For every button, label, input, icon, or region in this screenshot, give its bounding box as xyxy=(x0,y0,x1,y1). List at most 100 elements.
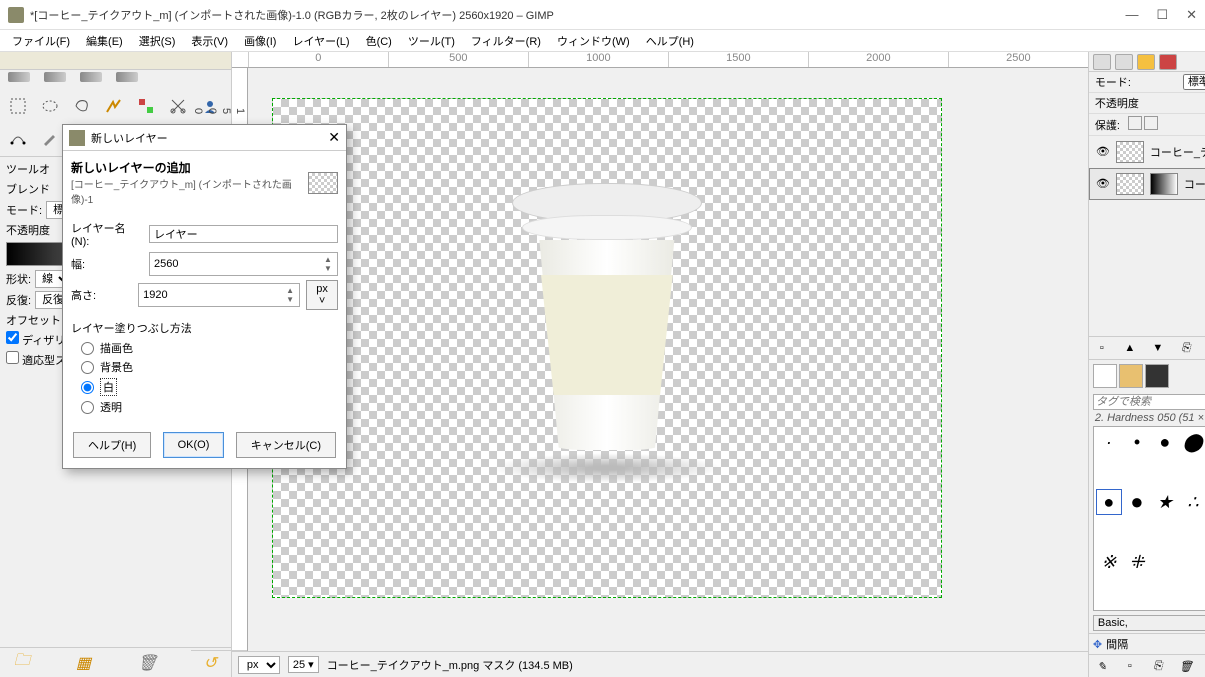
fill-background-radio[interactable]: 背景色 xyxy=(81,359,338,375)
width-label: 幅: xyxy=(71,256,143,272)
box-icon[interactable]: ▦ xyxy=(76,653,91,673)
menu-tools[interactable]: ツール(T) xyxy=(400,31,463,51)
rect-select-tool[interactable] xyxy=(6,94,30,118)
cancel-button[interactable]: キャンセル(C) xyxy=(236,432,336,458)
ellipse-select-tool[interactable] xyxy=(38,94,62,118)
menu-color[interactable]: 色(C) xyxy=(358,31,400,51)
patterns-tab-icon[interactable] xyxy=(1119,364,1143,388)
mode-label: モード: xyxy=(6,202,42,218)
lock-alpha-icon[interactable] xyxy=(1144,116,1158,130)
menu-layer[interactable]: レイヤー(L) xyxy=(284,31,357,51)
fill-transparent-radio[interactable]: 透明 xyxy=(81,399,338,415)
fill-foreground-radio[interactable]: 描画色 xyxy=(81,340,338,356)
duplicate-brush-icon[interactable]: ⎘ xyxy=(1151,659,1165,673)
trash-icon[interactable]: 🗑 xyxy=(137,653,157,673)
layer-thumbnail xyxy=(1116,173,1144,195)
viewport[interactable] xyxy=(248,68,1088,651)
folder-icon[interactable]: 🗀 xyxy=(14,649,30,676)
by-color-select-tool[interactable] xyxy=(134,94,158,118)
ok-button[interactable]: OK(O) xyxy=(163,432,225,458)
paths-tool[interactable] xyxy=(6,126,30,150)
duplicate-layer-icon[interactable]: ⎘ xyxy=(1179,341,1193,355)
brush-preset-select[interactable]: Basic, xyxy=(1093,615,1205,631)
dialog-preview xyxy=(308,172,338,194)
window-titlebar: *[コーヒー_テイクアウト_m] (インポートされた画像)-1.0 (RGBカラ… xyxy=(0,0,1205,30)
menu-file[interactable]: ファイル(F) xyxy=(4,31,78,51)
blend-mode-select[interactable]: 標準 xyxy=(1183,74,1205,90)
status-bar: px 25 ▾ コーヒー_テイクアウト_m.png マスク (134.5 MB) xyxy=(232,651,1088,677)
move-icon[interactable]: ✥ xyxy=(1093,638,1102,651)
repeat-label: 反復: xyxy=(6,292,31,308)
layer-thumbnail xyxy=(1116,141,1144,163)
dialog-title: 新しいレイヤー xyxy=(91,130,328,146)
blend-mode-label: モード: xyxy=(1095,74,1177,90)
brushes-toolbar: ✎ ▫ ⎘ 🗑 ⟳ xyxy=(1089,654,1205,677)
new-layer-dialog: 新しいレイヤー ✕ 新しいレイヤーの追加 [コーヒー_テイクアウト_m] (イン… xyxy=(62,124,347,469)
menu-image[interactable]: 画像(I) xyxy=(236,31,284,51)
image-content xyxy=(492,183,722,483)
menu-view[interactable]: 表示(V) xyxy=(183,31,236,51)
new-brush-icon[interactable]: ▫ xyxy=(1123,659,1137,673)
dialog-close-button[interactable]: ✕ xyxy=(328,129,340,146)
brushes-panel: ◂ 2. Hardness 050 (51 × 51) ·•●⬤● ∘●●★ ∴… xyxy=(1089,359,1205,677)
menu-bar: ファイル(F) 編集(E) 選択(S) 表示(V) 画像(I) レイヤー(L) … xyxy=(0,30,1205,52)
menu-window[interactable]: ウィンドウ(W) xyxy=(549,31,638,51)
dialog-heading: 新しいレイヤーの追加 xyxy=(71,159,308,176)
visibility-icon[interactable]: 👁 xyxy=(1096,145,1110,159)
channels-tab-icon[interactable] xyxy=(1115,54,1133,70)
layer-item[interactable]: 👁 コーヒー_テ xyxy=(1089,168,1205,200)
app-icon xyxy=(8,7,24,23)
opacity-label: 不透明度 xyxy=(6,222,50,238)
paths-tab-icon[interactable] xyxy=(1159,54,1177,70)
free-select-tool[interactable] xyxy=(70,94,94,118)
layer-name-input[interactable] xyxy=(149,225,338,243)
fuzzy-select-tool[interactable] xyxy=(102,94,126,118)
layer-name-label: レイヤー名(N): xyxy=(71,220,143,248)
close-button[interactable]: ✕ xyxy=(1186,7,1197,23)
unit-dropdown[interactable]: px ˅ xyxy=(306,280,338,310)
width-input[interactable] xyxy=(154,255,323,273)
lower-layer-icon[interactable]: ▼ xyxy=(1151,341,1165,355)
menu-help[interactable]: ヘルプ(H) xyxy=(638,31,702,51)
layer-mask-thumbnail xyxy=(1150,173,1178,195)
right-dock: ◂ モード: 標準 不透明度 100.0 保護: 👁 コーヒー_テイクアウト 👁… xyxy=(1088,52,1205,677)
scissors-tool[interactable] xyxy=(166,94,190,118)
status-filename: コーヒー_テイクアウト_m.png マスク (134.5 MB) xyxy=(327,657,573,673)
dialog-icon xyxy=(69,130,85,146)
zoom-select[interactable]: 25 ▾ xyxy=(288,656,319,673)
layer-item[interactable]: 👁 コーヒー_テイクアウト xyxy=(1089,136,1205,168)
layers-tab-icon[interactable] xyxy=(1093,54,1111,70)
menu-filters[interactable]: フィルター(R) xyxy=(463,31,549,51)
menu-select[interactable]: 選択(S) xyxy=(131,31,184,51)
brush-search-input[interactable] xyxy=(1093,394,1205,410)
maximize-button[interactable]: ☐ xyxy=(1156,7,1168,23)
lock-label: 保護: xyxy=(1095,117,1120,133)
window-title: *[コーヒー_テイクアウト_m] (インポートされた画像)-1.0 (RGBカラ… xyxy=(30,7,1125,23)
menu-edit[interactable]: 編集(E) xyxy=(78,31,131,51)
visibility-icon[interactable]: 👁 xyxy=(1096,177,1110,191)
minimize-button[interactable]: — xyxy=(1125,7,1138,23)
color-picker-tool[interactable] xyxy=(38,126,62,150)
dialog-subheading: [コーヒー_テイクアウト_m] (インポートされた画像)-1 xyxy=(71,176,308,206)
brushes-tab-icon[interactable] xyxy=(1093,364,1117,388)
lock-pixels-icon[interactable] xyxy=(1128,116,1142,130)
help-button[interactable]: ヘルプ(H) xyxy=(73,432,151,458)
layer-name: コーヒー_テイクアウト xyxy=(1150,144,1205,160)
reset-icon[interactable]: ↺ xyxy=(203,653,216,673)
brushes-grid[interactable]: ·•●⬤● ∘●●★ ∴⁂⁑※⁜ xyxy=(1093,426,1205,611)
unit-select[interactable]: px xyxy=(238,656,280,674)
edit-brush-icon[interactable]: ✎ xyxy=(1095,659,1109,673)
raise-layer-icon[interactable]: ▲ xyxy=(1123,341,1137,355)
spacing-label: 間隔 xyxy=(1106,636,1205,652)
height-input[interactable] xyxy=(143,286,285,304)
canvas-area: 05001000150020002500 1500 px xyxy=(232,52,1088,677)
shape-label: 形状: xyxy=(6,271,31,287)
layer-opacity-label: 不透明度 xyxy=(1095,95,1205,111)
canvas[interactable] xyxy=(272,98,942,598)
undo-tab-icon[interactable] xyxy=(1137,54,1155,70)
delete-brush-icon[interactable]: 🗑 xyxy=(1179,659,1193,673)
fill-white-radio[interactable]: 白 xyxy=(81,378,338,396)
fill-type-label: レイヤー塗りつぶし方法 xyxy=(71,320,338,336)
new-layer-icon[interactable]: ▫ xyxy=(1095,341,1109,355)
gradients-tab-icon[interactable] xyxy=(1145,364,1169,388)
